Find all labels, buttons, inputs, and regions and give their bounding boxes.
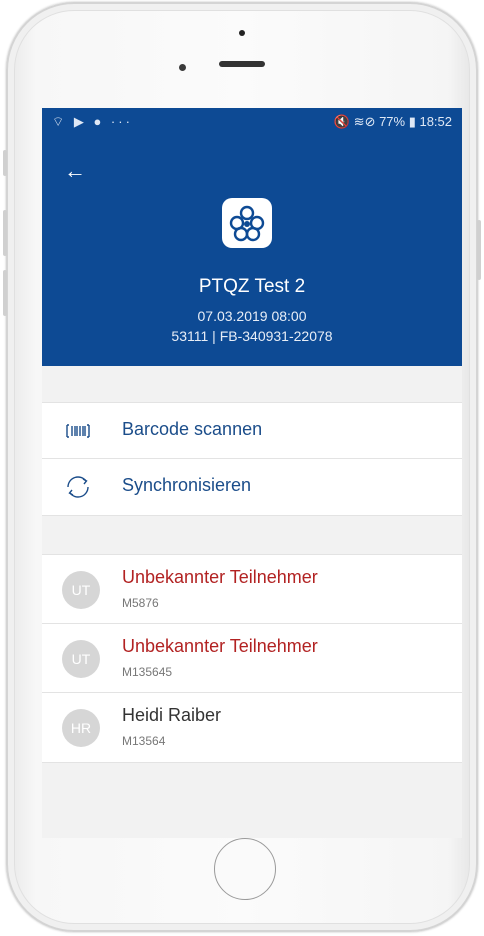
front-sensor	[239, 30, 245, 36]
event-date: 07.03.2019 08:00	[197, 308, 307, 324]
back-arrow-icon[interactable]: ←	[64, 158, 86, 184]
event-code: 53111 | FB-340931-22078	[171, 328, 333, 344]
participant-row[interactable]: HR Heidi Raiber M13564	[42, 693, 462, 762]
home-button[interactable]	[214, 838, 276, 900]
barcode-scan-label: Barcode scannen	[122, 419, 263, 439]
synchronize-button[interactable]: Synchronisieren	[42, 459, 462, 515]
action-list: Barcode scannen Synchronisieren	[42, 402, 462, 516]
participant-list: UT Unbekannter Teilnehmer M5876 UT Unbek…	[42, 554, 462, 763]
event-title: PTQZ Test 2	[198, 276, 306, 297]
participant-row[interactable]: UT Unbekannter Teilnehmer M5876	[42, 555, 462, 624]
participant-name: Heidi Raiber	[122, 705, 222, 725]
side-button-mute	[3, 150, 7, 176]
app-screen: ⌔ ▶ ● ··· 🔇 ≋⊘ 77% ▮ 18:52 ← PTQZ Test 2…	[42, 108, 462, 838]
avatar: HR	[62, 709, 100, 747]
synchronize-label: Synchronisieren	[122, 475, 252, 495]
participant-id: M5876	[122, 596, 159, 610]
status-system-info: 🔇 ≋⊘ 77% ▮ 18:52	[333, 114, 452, 129]
avatar: UT	[62, 640, 100, 678]
earpiece-speaker	[219, 61, 265, 67]
status-bar: ⌔ ▶ ● ··· 🔇 ≋⊘ 77% ▮ 18:52	[42, 108, 462, 136]
side-button-volume-up	[3, 210, 7, 256]
participant-row[interactable]: UT Unbekannter Teilnehmer M135645	[42, 624, 462, 693]
front-camera	[179, 64, 186, 71]
participant-id: M135645	[122, 665, 173, 679]
logo-flower-icon	[229, 205, 265, 242]
side-button-power	[477, 220, 481, 280]
event-header: ← PTQZ Test 2 07.03.2019 08:00 53111 | F…	[42, 136, 462, 366]
participant-name: Unbekannter Teilnehmer	[122, 567, 318, 587]
avatar: UT	[62, 571, 100, 609]
status-notification-icons: ⌔ ▶ ● ···	[52, 114, 133, 129]
barcode-scan-button[interactable]: Barcode scannen	[42, 403, 462, 459]
participant-name: Unbekannter Teilnehmer	[122, 636, 318, 656]
sync-icon	[67, 476, 89, 498]
side-button-volume-down	[3, 270, 7, 316]
barcode-icon	[66, 424, 90, 438]
participant-id: M13564	[122, 734, 166, 748]
app-logo-icon	[222, 198, 272, 248]
